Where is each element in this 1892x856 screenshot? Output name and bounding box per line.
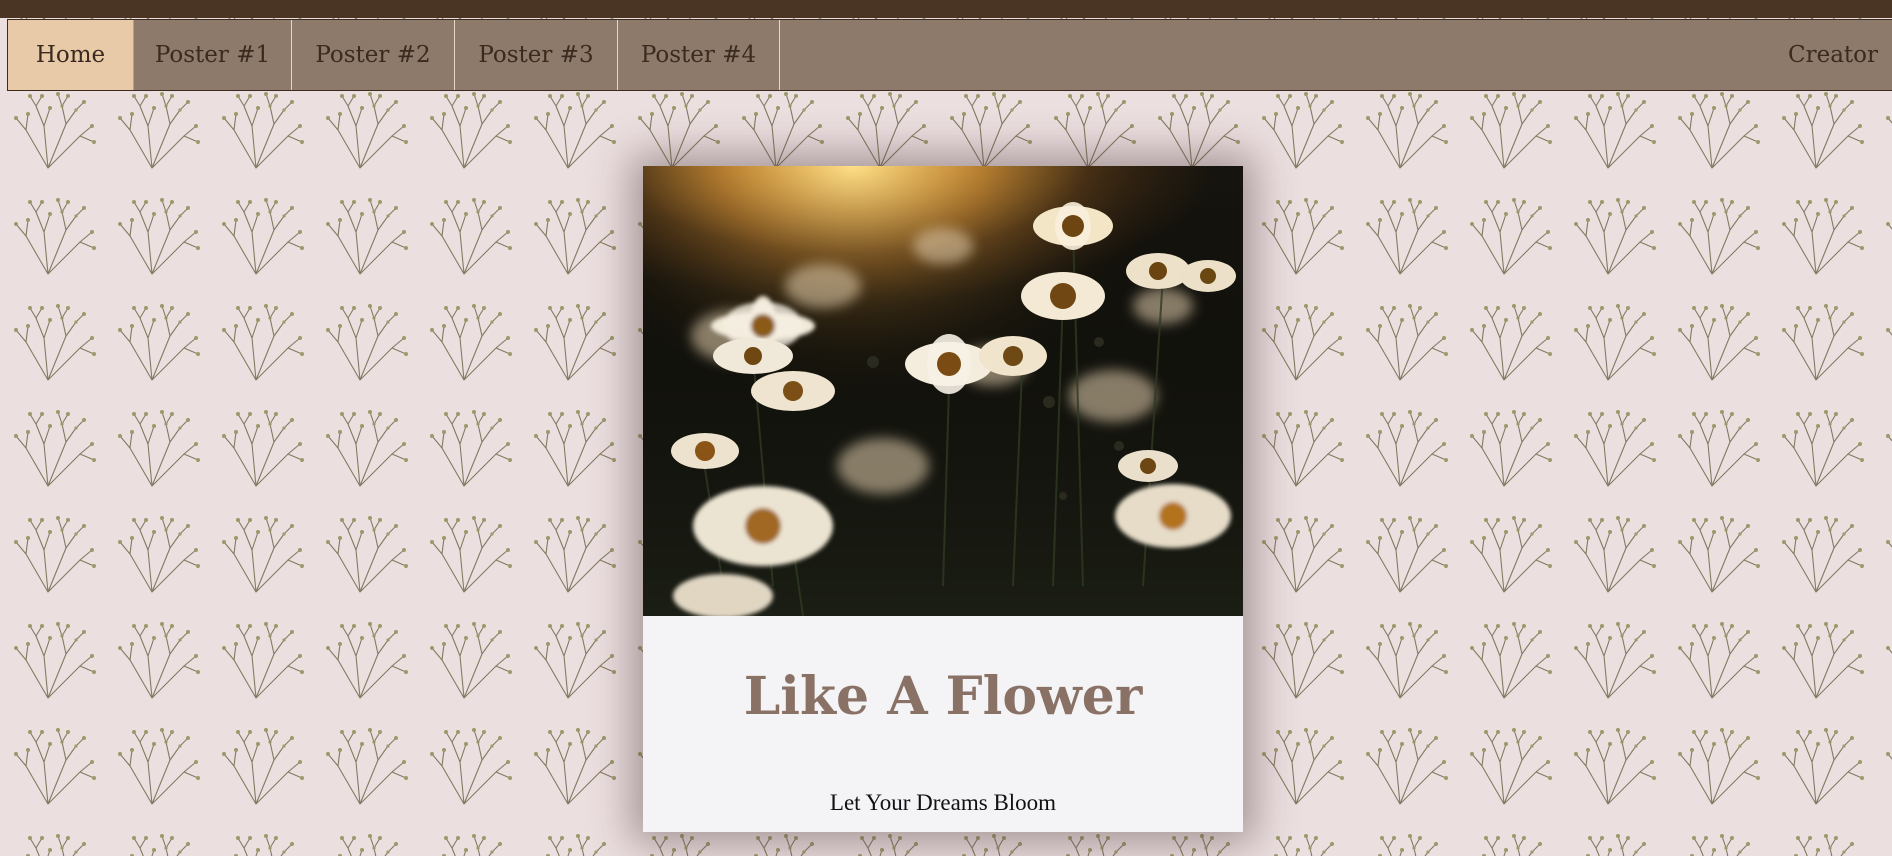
daisy-illustration <box>643 166 1243 616</box>
top-bar <box>0 0 1892 18</box>
nav-poster-1-tab[interactable]: Poster #1 <box>134 20 292 90</box>
nav-home-tab[interactable]: Home <box>8 20 134 90</box>
daisy-field-photo <box>643 166 1243 616</box>
nav-poster-3-tab[interactable]: Poster #3 <box>455 20 618 90</box>
nav-poster-4-tab[interactable]: Poster #4 <box>618 20 780 90</box>
main-nav: Home Poster #1 Poster #2 Poster #3 Poste… <box>7 19 1892 91</box>
nav-creator-link[interactable]: Creator <box>1788 20 1892 90</box>
poster-subtitle: Let Your Dreams Bloom <box>829 790 1057 815</box>
nav-poster-2-tab[interactable]: Poster #2 <box>292 20 455 90</box>
poster-title: Like A Flower <box>743 666 1143 727</box>
poster-card: Like A Flower Let Your Dreams Bloom <box>643 166 1243 832</box>
